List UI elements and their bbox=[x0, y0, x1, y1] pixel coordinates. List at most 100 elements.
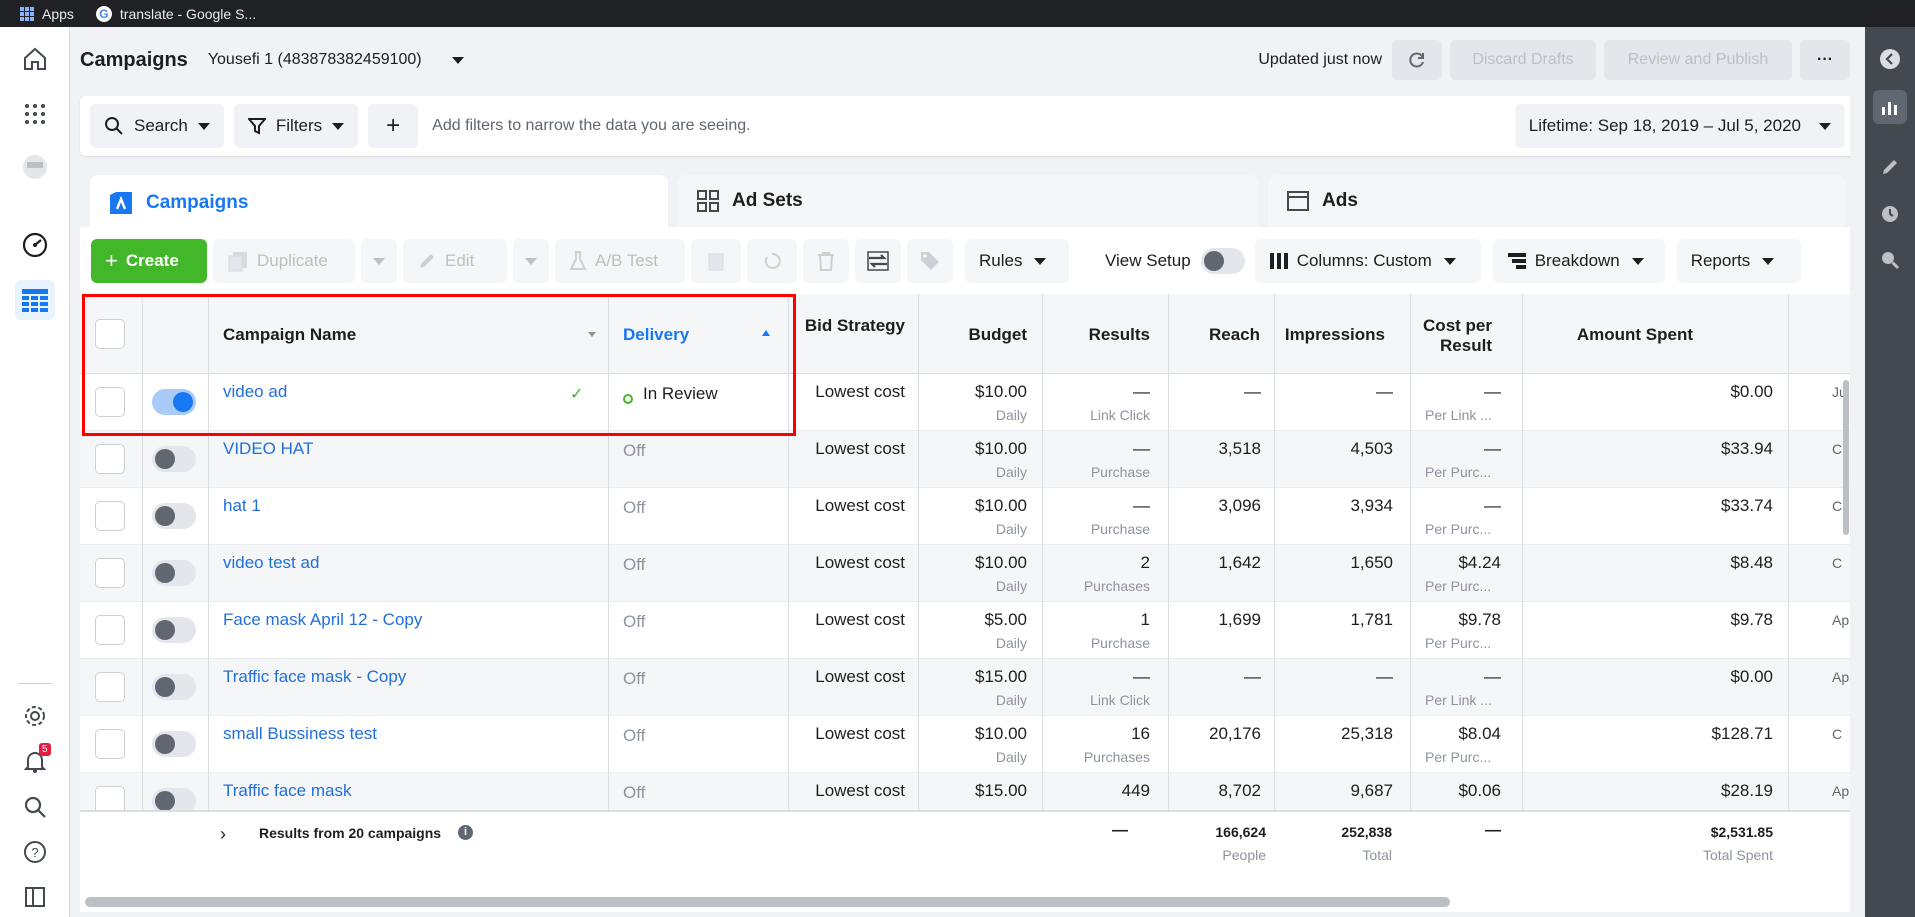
row-checkbox[interactable] bbox=[95, 729, 125, 759]
table-row[interactable]: VIDEO HAT Off Lowest cost $10.00 Daily — Purch… bbox=[80, 431, 1855, 488]
clipboard-button[interactable] bbox=[691, 239, 741, 283]
column-header-budget[interactable]: Budget bbox=[920, 325, 1027, 345]
account-selector[interactable]: Yousefi 1 (483878382459100) bbox=[208, 51, 422, 69]
sort-menu-icon[interactable] bbox=[588, 332, 596, 337]
search-dropdown[interactable]: Search bbox=[90, 104, 224, 148]
ab-test-button[interactable]: A/B Test bbox=[555, 239, 685, 283]
info-icon[interactable]: i bbox=[458, 825, 473, 840]
duplicate-menu-button[interactable] bbox=[361, 239, 397, 283]
dashboard-gauge-icon[interactable] bbox=[15, 225, 55, 265]
row-checkbox[interactable] bbox=[95, 558, 125, 588]
row-checkbox[interactable] bbox=[95, 387, 125, 417]
campaign-status-toggle[interactable] bbox=[152, 389, 196, 415]
chart-icon[interactable] bbox=[1873, 90, 1907, 124]
reach-value: 8,702 bbox=[1218, 781, 1261, 800]
reports-dropdown[interactable]: Reports bbox=[1676, 239, 1801, 283]
filters-dropdown[interactable]: Filters bbox=[233, 104, 359, 148]
campaign-name-link[interactable]: VIDEO HAT bbox=[223, 439, 313, 459]
collapse-panel-icon[interactable] bbox=[1873, 42, 1907, 76]
table-row[interactable]: Traffic face mask - Copy Off Lowest cost $1… bbox=[80, 659, 1855, 716]
sort-ascending-icon[interactable] bbox=[762, 330, 770, 336]
horizontal-scrollbar[interactable] bbox=[85, 897, 1450, 907]
columns-dropdown[interactable]: Columns: Custom bbox=[1254, 239, 1481, 283]
add-filter-button[interactable]: + bbox=[368, 104, 419, 148]
campaign-name-link[interactable]: small Bussiness test bbox=[223, 724, 377, 744]
table-row[interactable]: small Bussiness test Off Lowest cost $10.00… bbox=[80, 716, 1855, 773]
campaign-status-toggle[interactable] bbox=[152, 503, 196, 529]
campaign-status-toggle[interactable] bbox=[152, 446, 196, 472]
column-header-bid-strategy[interactable]: Bid Strategy bbox=[785, 316, 905, 336]
more-options-button[interactable]: ··· bbox=[1800, 40, 1850, 80]
campaign-status-toggle[interactable] bbox=[152, 617, 196, 643]
refresh-icon bbox=[1409, 52, 1424, 68]
revert-button[interactable] bbox=[747, 239, 797, 283]
help-icon[interactable]: ? bbox=[15, 832, 55, 872]
column-header-reach[interactable]: Reach bbox=[1160, 325, 1260, 345]
home-icon[interactable] bbox=[15, 39, 55, 79]
refresh-button[interactable] bbox=[1392, 40, 1442, 80]
tab-campaigns[interactable]: Campaigns bbox=[90, 175, 668, 230]
search-icon[interactable] bbox=[15, 787, 55, 827]
delivery-status: Off bbox=[623, 726, 646, 745]
delivery-status: Off bbox=[623, 669, 646, 688]
collapse-sidebar-icon[interactable] bbox=[15, 877, 55, 917]
notifications-bell-icon[interactable]: 5 bbox=[15, 741, 55, 781]
checkmark-icon: ✓ bbox=[570, 386, 584, 403]
column-header-results[interactable]: Results bbox=[1040, 325, 1150, 345]
table-row[interactable]: video test ad Off Lowest cost $10.00 Daily 2 P… bbox=[80, 545, 1855, 602]
review-publish-button[interactable]: Review and Publish bbox=[1604, 40, 1792, 80]
campaign-status-toggle[interactable] bbox=[152, 674, 196, 700]
campaign-name-link[interactable]: video ad bbox=[223, 382, 287, 402]
bookmark-translate[interactable]: G translate - Google S... bbox=[95, 5, 256, 22]
edit-button[interactable]: Edit bbox=[403, 239, 507, 283]
ads-manager-table-icon[interactable] bbox=[15, 280, 55, 320]
campaign-name-link[interactable]: hat 1 bbox=[223, 496, 261, 516]
discard-drafts-button[interactable]: Discard Drafts bbox=[1450, 40, 1596, 80]
history-clock-icon[interactable] bbox=[1873, 197, 1907, 231]
row-checkbox[interactable] bbox=[95, 444, 125, 474]
delete-button[interactable] bbox=[803, 239, 849, 283]
campaign-status-toggle[interactable] bbox=[152, 560, 196, 586]
table-row[interactable]: video ad ✓ In Review Lowest cost $10.00 Daily… bbox=[80, 374, 1855, 431]
campaign-name-link[interactable]: Face mask April 12 - Copy bbox=[223, 610, 422, 630]
export-button[interactable] bbox=[855, 239, 901, 283]
cost-per-result-type: Per Link ... bbox=[1425, 407, 1492, 423]
account-avatar-icon[interactable] bbox=[15, 147, 55, 187]
column-header-amount-spent[interactable]: Amount Spent bbox=[1500, 325, 1693, 345]
tab-ads[interactable]: Ads bbox=[1268, 175, 1845, 227]
inspect-icon[interactable] bbox=[1873, 243, 1907, 277]
vertical-scrollbar[interactable] bbox=[1843, 380, 1849, 535]
campaign-name-link[interactable]: video test ad bbox=[223, 553, 319, 573]
breakdown-dropdown[interactable]: Breakdown bbox=[1492, 239, 1665, 283]
chevron-down-icon[interactable] bbox=[451, 56, 464, 64]
column-header-impressions[interactable]: Impressions bbox=[1270, 325, 1385, 345]
row-checkbox[interactable] bbox=[95, 672, 125, 702]
campaign-status-toggle[interactable] bbox=[152, 731, 196, 757]
expand-chevron-icon[interactable]: › bbox=[220, 824, 226, 845]
campaign-name-link[interactable]: Traffic face mask bbox=[223, 781, 351, 801]
all-tools-icon[interactable] bbox=[15, 94, 55, 134]
column-header-cost-per-result[interactable]: Cost per Result bbox=[1400, 316, 1492, 356]
campaign-name-link[interactable]: Traffic face mask - Copy bbox=[223, 667, 406, 687]
pencil-icon[interactable] bbox=[1873, 150, 1907, 184]
apps-icon bbox=[20, 6, 34, 21]
filter-hint-input[interactable]: Add filters to narrow the data you are s… bbox=[432, 117, 750, 135]
rules-dropdown[interactable]: Rules bbox=[965, 239, 1069, 283]
select-all-checkbox[interactable] bbox=[95, 319, 125, 349]
edit-menu-button[interactable] bbox=[513, 239, 549, 283]
settings-gear-icon[interactable] bbox=[15, 696, 55, 736]
tab-label: Ads bbox=[1322, 190, 1358, 211]
tag-button[interactable] bbox=[907, 239, 953, 283]
table-row[interactable]: hat 1 Off Lowest cost $10.00 Daily — Purchase 3… bbox=[80, 488, 1855, 545]
tab-ad-sets[interactable]: Ad Sets bbox=[678, 175, 1258, 227]
chevron-down-icon bbox=[525, 257, 537, 265]
amount-spent-value: $33.74 bbox=[1721, 496, 1773, 515]
row-checkbox[interactable] bbox=[95, 501, 125, 531]
table-row[interactable]: Face mask April 12 - Copy Off Lowest cost $… bbox=[80, 602, 1855, 659]
bookmark-apps[interactable]: Apps bbox=[20, 6, 74, 22]
duplicate-button[interactable]: Duplicate bbox=[213, 239, 355, 283]
create-button[interactable]: + Create bbox=[91, 239, 207, 283]
row-checkbox[interactable] bbox=[95, 615, 125, 645]
view-setup-toggle[interactable] bbox=[1200, 248, 1245, 274]
date-range-picker[interactable]: Lifetime: Sep 18, 2019 – Jul 5, 2020 bbox=[1514, 104, 1845, 148]
